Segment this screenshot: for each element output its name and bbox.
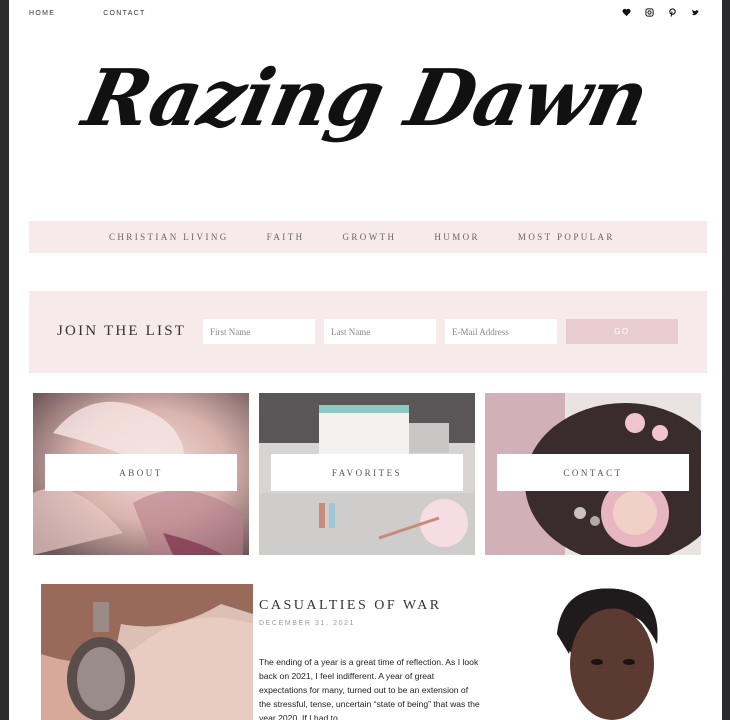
first-name-input[interactable]: [203, 319, 315, 344]
contact-tile-label[interactable]: CONTACT: [497, 454, 689, 491]
category-christian-living[interactable]: CHRISTIAN LIVING: [109, 232, 229, 242]
heart-icon[interactable]: [622, 8, 631, 17]
category-most-popular[interactable]: MOST POPULAR: [518, 232, 615, 242]
top-nav: HOME CONTACT: [29, 10, 194, 17]
post-title[interactable]: CASUALTIES OF WAR: [259, 598, 442, 614]
nav-home-link[interactable]: HOME: [29, 10, 55, 17]
post-excerpt: The ending of a year is a great time of …: [259, 657, 480, 720]
instagram-icon[interactable]: [645, 8, 654, 17]
site-logo[interactable]: Razing Dawn: [9, 53, 722, 144]
post-featured-image[interactable]: [41, 584, 253, 720]
last-name-input[interactable]: [324, 319, 436, 344]
favorites-tile[interactable]: FAVORITES: [259, 393, 475, 555]
signup-title: JOIN THE LIST: [57, 323, 187, 339]
category-growth[interactable]: GROWTH: [343, 232, 397, 242]
nav-contact-link[interactable]: CONTACT: [103, 10, 145, 17]
post-date: DECEMBER 31, 2021: [259, 620, 356, 627]
category-nav: CHRISTIAN LIVING FAITH GROWTH HUMOR MOST…: [29, 221, 707, 253]
category-faith[interactable]: FAITH: [267, 232, 305, 242]
category-humor[interactable]: HUMOR: [434, 232, 480, 242]
page: HOME CONTACT Razing Dawn CHRISTIAN LIVIN…: [9, 0, 722, 720]
newsletter-signup: JOIN THE LIST GO: [29, 291, 707, 373]
about-tile-label[interactable]: ABOUT: [45, 454, 237, 491]
author-photo: [517, 584, 677, 720]
signup-go-button[interactable]: GO: [566, 319, 678, 344]
pinterest-icon[interactable]: [668, 8, 677, 17]
twitter-icon[interactable]: [691, 8, 700, 17]
favorites-tile-label[interactable]: FAVORITES: [271, 454, 463, 491]
social-links: [622, 8, 700, 17]
email-input[interactable]: [445, 319, 557, 344]
about-tile[interactable]: ABOUT: [33, 393, 249, 555]
contact-tile[interactable]: CONTACT: [485, 393, 701, 555]
